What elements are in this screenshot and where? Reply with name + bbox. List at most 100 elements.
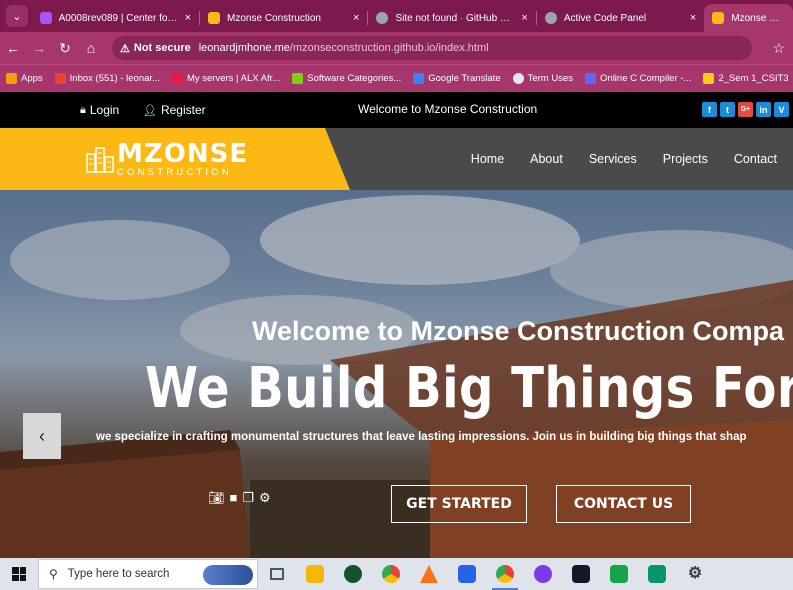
browser-tab[interactable]: Site not found · GitHub Page × [368,4,535,32]
browser-tab[interactable]: Mzonse Construction × [200,4,367,32]
google-plus-icon[interactable]: G+ [738,102,753,117]
github-desktop-icon[interactable] [524,558,562,590]
contact-us-button[interactable]: CONTACT US [556,485,691,523]
nav-services[interactable]: Services [589,152,637,166]
nav-projects[interactable]: Projects [663,152,708,166]
register-link[interactable]: 👤︎ Register [143,103,206,117]
task-view-icon[interactable] [258,558,296,590]
apps-grid-icon [6,73,17,84]
hero-slider: Welcome to Mzonse Construction Compa We … [0,190,793,558]
login-link[interactable]: 🔒︎ Login [80,103,119,117]
camera-icon[interactable]: 📷︎ [208,490,225,506]
close-icon[interactable]: × [353,12,359,24]
bookmark-term-uses[interactable]: Term Uses [512,73,574,84]
translate-icon [413,73,425,84]
hero-title: We Build Big Things For Our P [145,356,793,421]
taskbar-search[interactable]: ⚲ Type here to search [38,559,258,589]
bookmark-label: Software Categories... [307,73,402,84]
search-highlight-image [203,565,253,585]
tab-favicon-icon [376,12,389,24]
tab-title: Active Code Panel [563,12,647,24]
tab-favicon-icon [208,12,221,24]
facebook-icon[interactable]: f [702,102,717,117]
logo-text: MZONSE CONSTRUCTION [117,141,248,178]
app-x-icon[interactable] [562,558,600,590]
tab-title: A0008rev089 | Center for Sc [58,12,179,24]
tab-search-button[interactable]: ⌄ [6,5,28,27]
vimeo-icon[interactable]: V [774,102,789,117]
chrome-active-icon[interactable] [486,558,524,590]
logo-subtitle: CONSTRUCTION [117,167,232,178]
globe-icon [512,73,524,84]
main-nav: Home About Services Projects Contact [445,152,777,166]
vlc-icon[interactable] [410,558,448,590]
tab-favicon-icon [712,12,725,24]
vscode-icon[interactable] [448,558,486,590]
windows-icon[interactable]: ❐ [242,490,254,506]
bookmark-csit[interactable]: 2_Sem 1_CSIT3 [703,73,789,84]
tab-favicon-icon [39,12,52,24]
tab-title: Mzonse Const [731,12,785,24]
close-icon[interactable]: × [185,12,191,24]
warning-icon: ⚠ [120,42,130,55]
bookmark-translate[interactable]: Google Translate [413,73,501,84]
settings-gear-icon[interactable]: ⚙ [676,558,714,590]
get-started-button[interactable]: GET STARTED [391,485,527,523]
windows-logo-icon [12,567,26,581]
chevron-left-icon: ‹ [39,425,45,446]
windows-taskbar: ⚲ Type here to search ⚙ [0,558,793,590]
upwork-icon[interactable] [334,558,372,590]
browser-tab[interactable]: Active Code Panel × [537,4,704,32]
tab-favicon-icon [544,12,557,24]
url-path: /mzonseconstruction.github.io/index.html [289,42,489,54]
browser-tab[interactable]: A0008rev089 | Center for Sc × [32,4,199,32]
not-secure-label: Not secure [133,42,191,54]
bookmark-label: Apps [21,73,43,84]
hero-description: we specialize in crafting monumental str… [96,431,747,443]
media-controls: 📷︎ ■ ❐ ⚙ [208,490,276,506]
bookmark-star-icon[interactable]: ☆ [772,40,785,57]
app-green-icon[interactable] [638,558,676,590]
browser-tab-strip: ⌄ A0008rev089 | Center for Sc × Mzonse Co… [0,0,793,32]
file-explorer-icon[interactable] [296,558,334,590]
search-placeholder: Type here to search [67,568,170,580]
nav-contact[interactable]: Contact [734,152,777,166]
bookmark-label: My servers | ALX Afr... [186,73,281,84]
search-icon: ⚲ [49,567,58,581]
forward-arrow-icon[interactable]: → [26,40,52,56]
bookmark-label: Term Uses [527,73,574,84]
back-arrow-icon[interactable]: ← [0,40,26,56]
bookmark-gmail[interactable]: Inbox (551) - leonar... [54,73,160,84]
bookmark-compiler[interactable]: Online C Compiler -... [585,73,691,84]
close-icon[interactable]: × [521,12,527,24]
tab-title: Mzonse Construction [227,12,321,24]
bolt-icon [585,73,597,84]
url-field[interactable]: ⚠ Not secure leonardjmhone.me/mzonseconst… [112,36,752,60]
close-icon[interactable]: × [690,12,696,24]
slider-prev-button[interactable]: ‹ [23,413,61,459]
bookmark-label: Google Translate [428,73,501,84]
bookmark-alx[interactable]: My servers | ALX Afr... [171,73,281,84]
user-icon: 👤︎ [143,104,157,117]
gear-icon[interactable]: ⚙ [259,490,271,506]
bookmark-label: Inbox (551) - leonar... [69,73,160,84]
site-logo[interactable]: MZONSE CONSTRUCTION [85,141,248,178]
chrome-icon[interactable] [372,558,410,590]
browser-tab-active[interactable]: Mzonse Const [704,4,793,32]
excel-icon[interactable] [600,558,638,590]
bookmark-software[interactable]: Software Categories... [292,73,401,84]
hero-subtitle: Welcome to Mzonse Construction Compa [252,316,785,346]
start-button[interactable] [0,558,38,590]
twitter-icon[interactable]: t [720,102,735,117]
register-label: Register [160,103,206,117]
nav-about[interactable]: About [530,152,563,166]
not-secure-badge[interactable]: ⚠ Not secure [120,42,191,55]
site-top-bar: 🔒︎ Login 👤︎ Register Welcome to Mzonse Con… [0,92,793,128]
video-camera-icon[interactable]: ■ [230,490,238,506]
gmail-icon [54,73,66,84]
nav-home[interactable]: Home [471,152,504,166]
bookmark-apps[interactable]: Apps [6,73,43,84]
home-icon[interactable]: ⌂ [78,40,104,56]
linkedin-icon[interactable]: in [756,102,771,117]
reload-icon[interactable]: ↻ [52,40,78,57]
